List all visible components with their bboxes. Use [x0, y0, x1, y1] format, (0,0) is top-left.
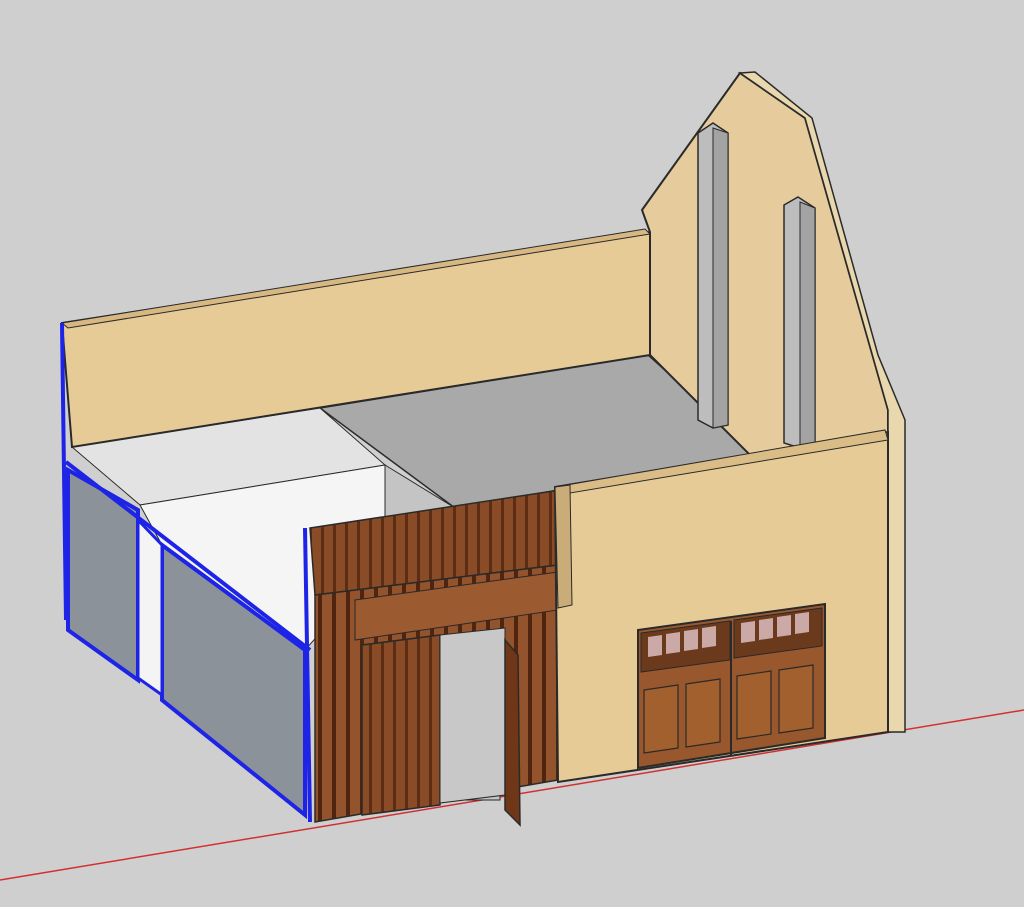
garage-panel: [736, 670, 772, 740]
concrete-column-left-side: [712, 127, 729, 429]
garage-panel: [778, 664, 814, 734]
garage-panel: [643, 684, 679, 754]
garage-window-pane: [759, 618, 773, 640]
garage-window-pane: [684, 629, 698, 651]
entry-opening: [439, 627, 506, 804]
garage-window-pane: [777, 615, 791, 637]
open-door-leaf[interactable]: [504, 637, 521, 827]
garage-panel: [685, 678, 721, 748]
garage-window-pane: [702, 626, 716, 648]
garage-window-pane: [795, 612, 809, 634]
garage-window-pane: [648, 635, 662, 657]
modeling-viewport[interactable]: [0, 0, 1024, 907]
garage-door[interactable]: [637, 602, 826, 770]
garage-window-pane: [666, 632, 680, 654]
front-wall-return: [554, 484, 573, 609]
concrete-column-right-side: [799, 201, 816, 449]
garage-window-pane: [741, 621, 755, 643]
glass-opening: [136, 516, 164, 698]
glass-curtain-wall-left[interactable]: [66, 466, 140, 684]
entry-door-left-leaf[interactable]: [361, 634, 441, 816]
scene-canvas[interactable]: [0, 0, 1024, 907]
